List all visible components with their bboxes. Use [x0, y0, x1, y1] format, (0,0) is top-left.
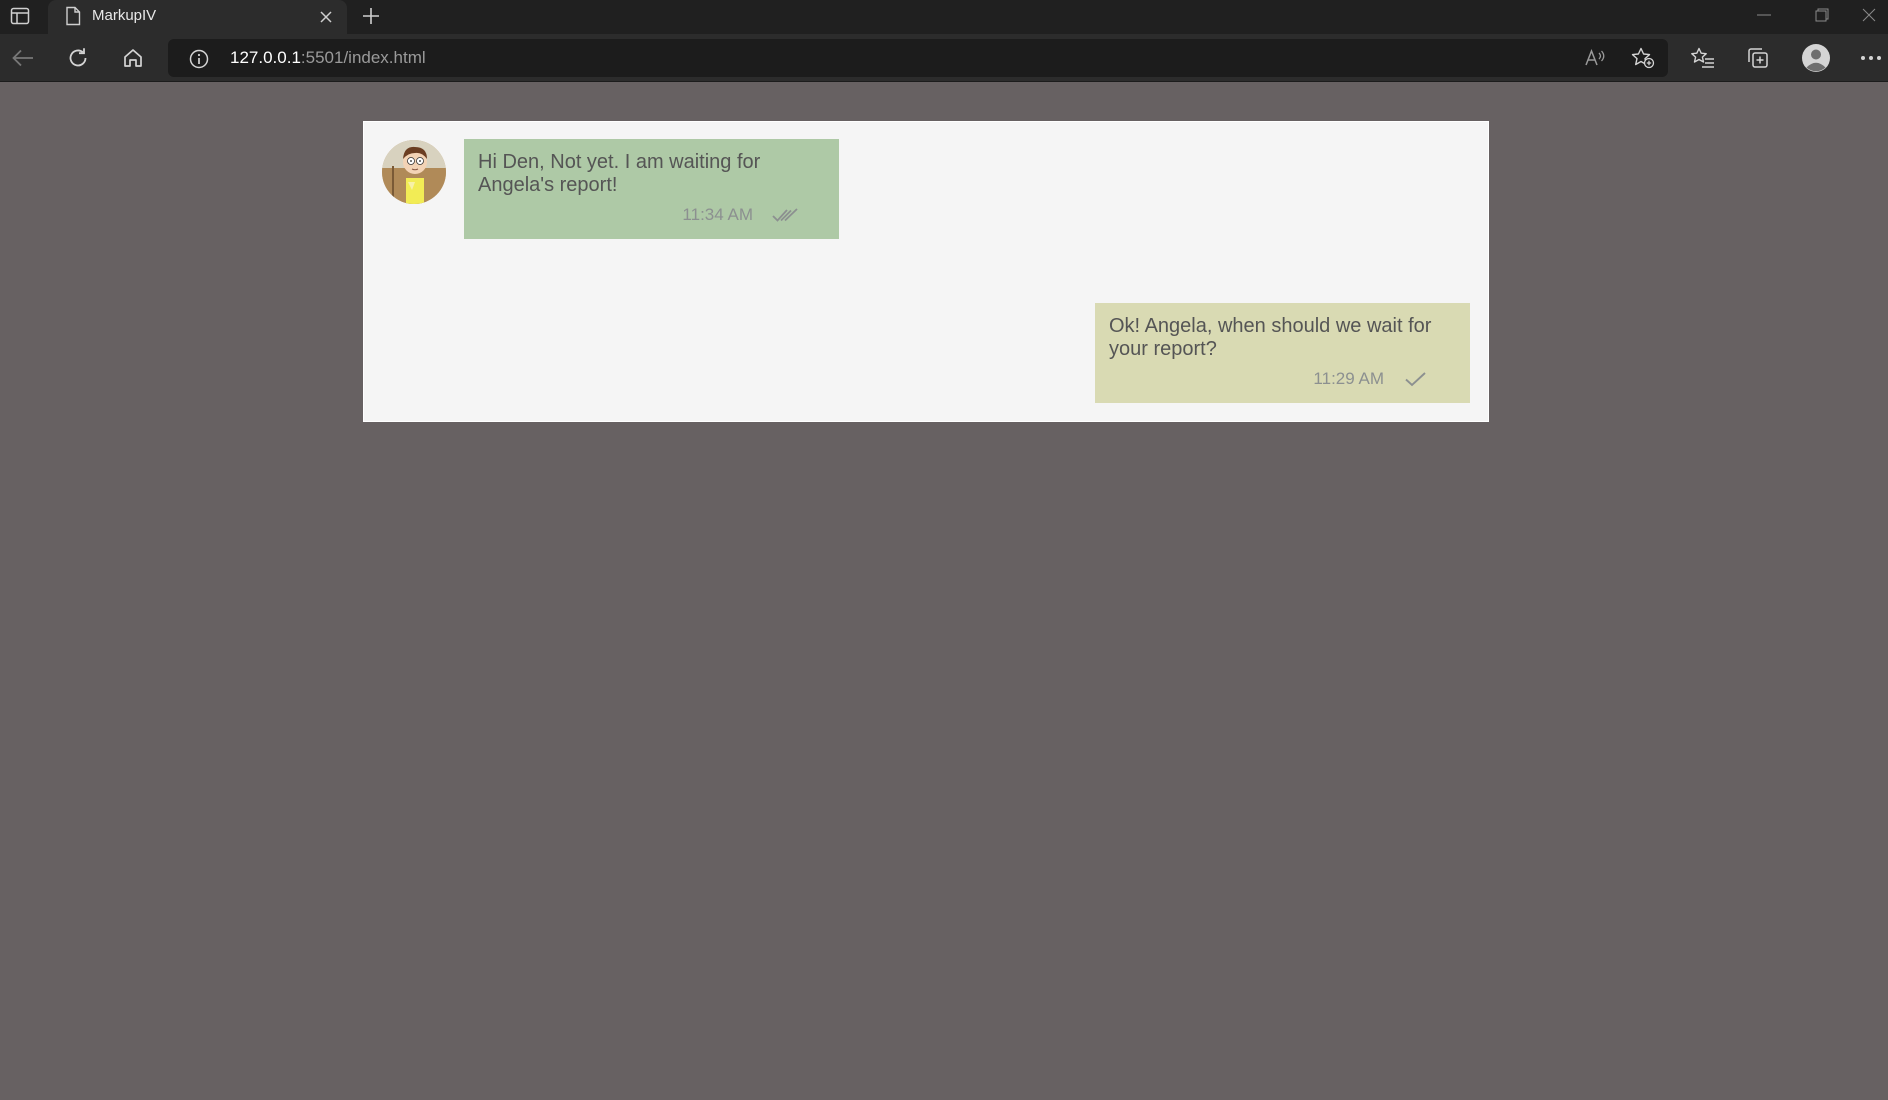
avatar [382, 140, 446, 204]
more-options-icon[interactable] [1854, 42, 1888, 74]
back-arrow-icon[interactable] [6, 42, 40, 74]
close-window-icon[interactable] [1850, 0, 1888, 30]
tab-title: MarkupIV [92, 7, 157, 24]
new-tab-icon[interactable] [356, 2, 386, 30]
url-text[interactable]: 127.0.0.1:5501/index.html [230, 48, 426, 68]
collections-icon[interactable] [1741, 42, 1775, 74]
minimize-icon[interactable] [1736, 0, 1792, 30]
double-check-icon [772, 207, 798, 222]
home-icon[interactable] [116, 42, 150, 74]
message-text: Ok! Angela, when should we wait for your… [1109, 315, 1432, 360]
message-time: 11:29 AM [1313, 369, 1384, 388]
reload-icon[interactable] [61, 42, 95, 74]
message-bubble-incoming: Hi Den, Not yet. I am waiting for Angela… [464, 139, 839, 239]
site-info-icon[interactable] [188, 48, 210, 70]
single-check-icon [1405, 371, 1426, 386]
address-bar[interactable]: 127.0.0.1:5501/index.html [168, 39, 1668, 77]
message-text: Hi Den, Not yet. I am waiting for Angela… [478, 151, 761, 196]
restore-icon[interactable] [1794, 0, 1850, 30]
browser-tabbar: MarkupIV [0, 0, 1888, 34]
message-meta: 11:34 AM [682, 203, 799, 226]
tab-actions-icon[interactable] [6, 3, 34, 29]
chat-container: Hi Den, Not yet. I am waiting for Angela… [363, 121, 1489, 422]
browser-tab-active[interactable]: MarkupIV [48, 0, 347, 34]
url-path: :5501/index.html [300, 48, 426, 67]
add-favorite-icon[interactable] [1628, 45, 1658, 71]
page-icon [62, 5, 84, 27]
message-bubble-outgoing: Ok! Angela, when should we wait for your… [1095, 303, 1470, 403]
url-host: 127.0.0.1 [230, 48, 301, 67]
favorites-icon[interactable] [1686, 42, 1720, 74]
read-aloud-icon[interactable] [1580, 45, 1610, 71]
close-tab-icon[interactable] [315, 6, 337, 28]
message-meta: 11:29 AM [1313, 367, 1430, 390]
browser-toolbar: 127.0.0.1:5501/index.html [0, 34, 1888, 82]
cartoon-character-icon [382, 140, 446, 204]
profile-avatar-icon[interactable] [1799, 42, 1833, 74]
message-time: 11:34 AM [682, 205, 753, 224]
